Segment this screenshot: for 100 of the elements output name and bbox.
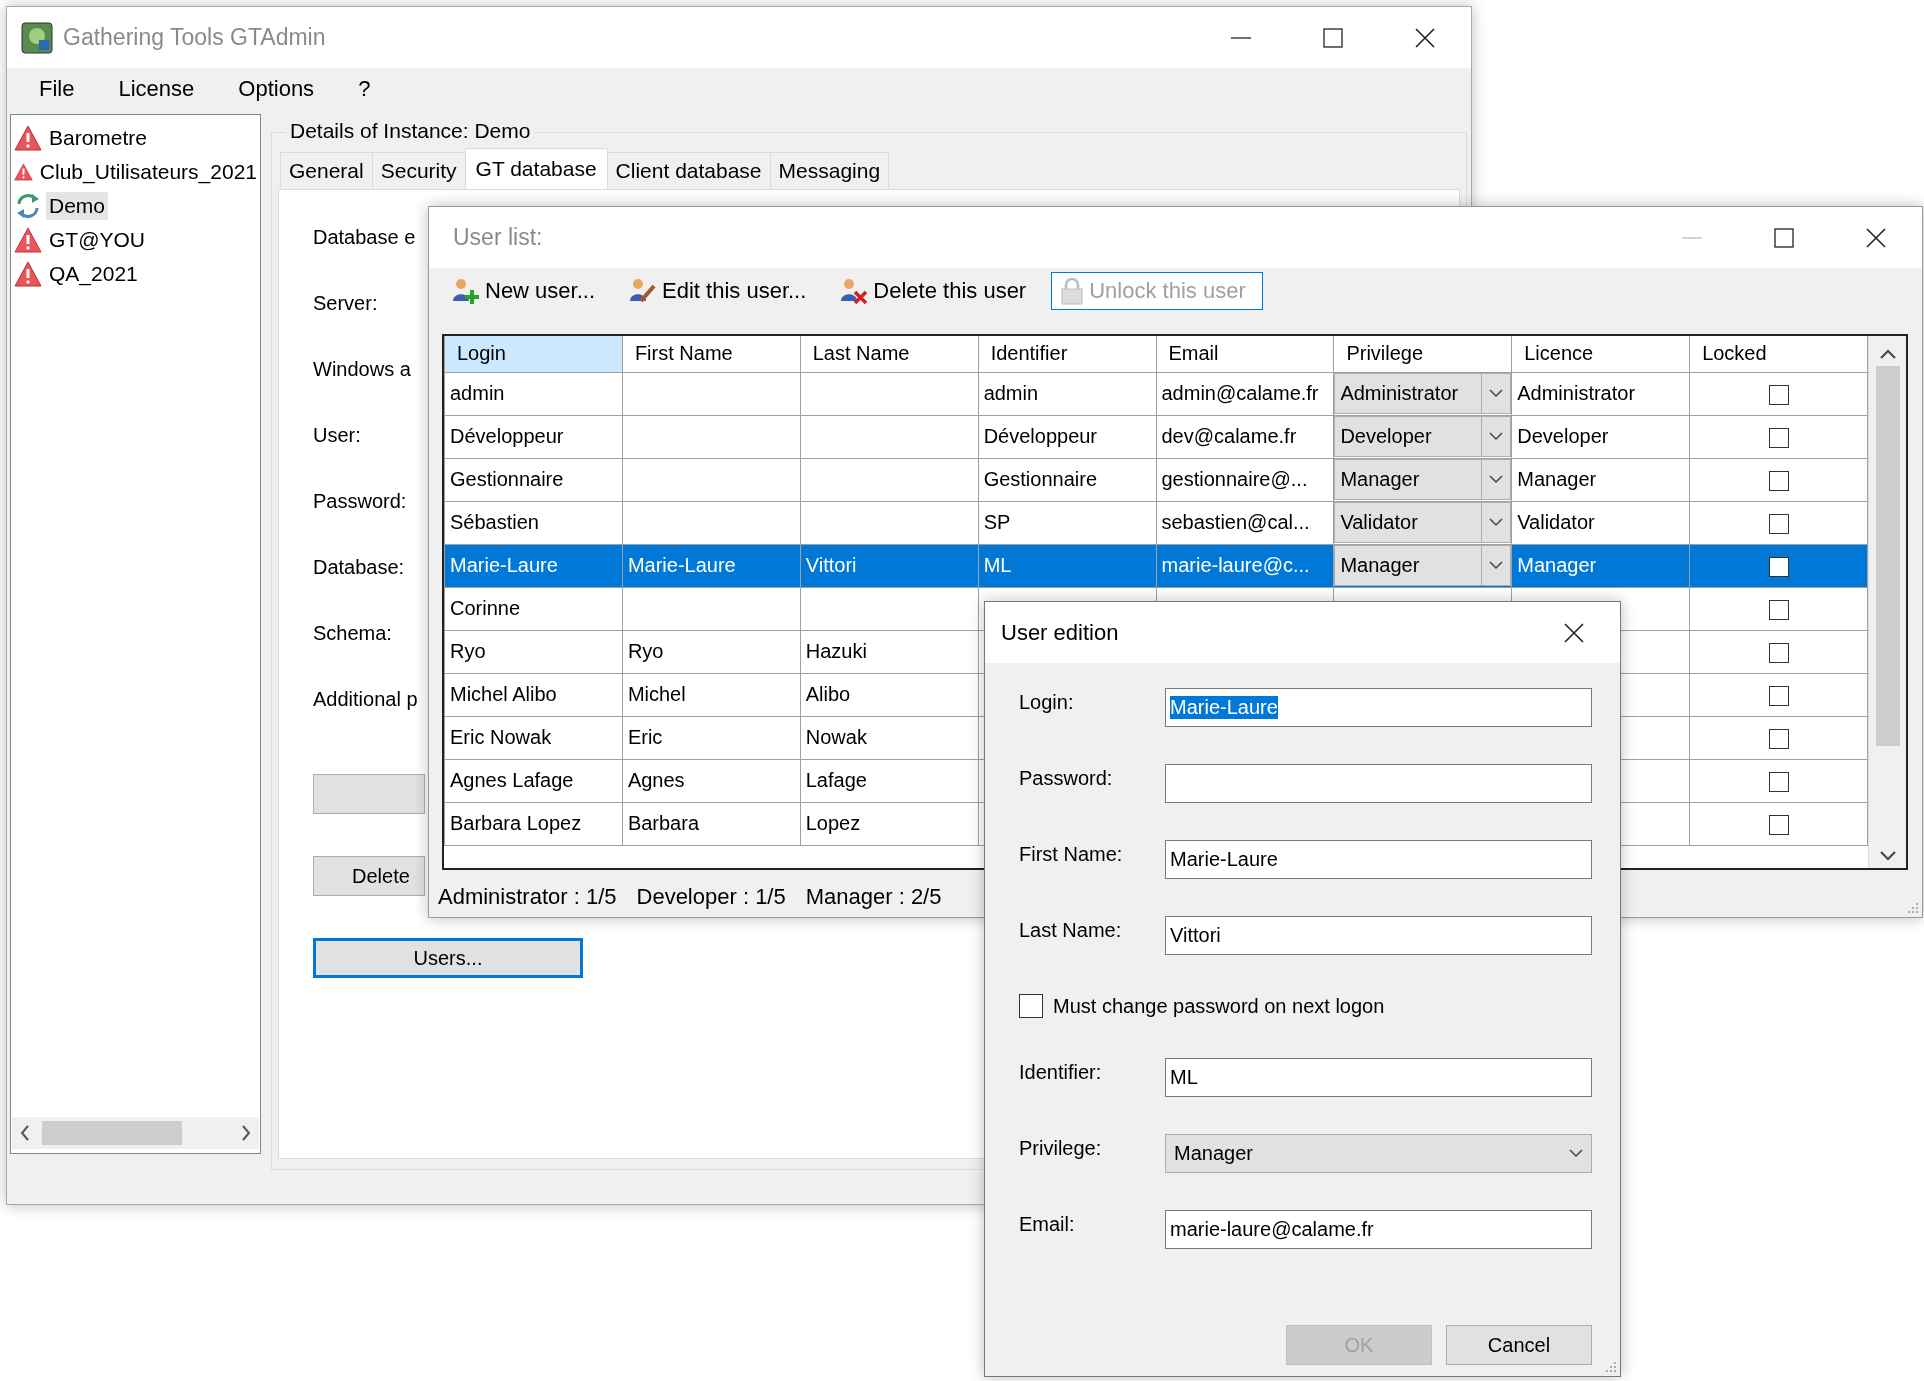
- checkbox[interactable]: [1019, 994, 1043, 1018]
- toolbar-button[interactable]: Delete this user: [831, 272, 1034, 310]
- field-label: Password:: [313, 490, 407, 512]
- status-text: Developer : 1/5: [636, 884, 786, 910]
- table-cell: admin@calame.fr: [1156, 372, 1334, 415]
- field-label: Additional p: [313, 688, 418, 710]
- table-cell: Sébastien: [444, 501, 623, 544]
- table-cell: Michel Alibo: [444, 673, 623, 716]
- lock-icon: [1060, 277, 1085, 305]
- warning-icon: [14, 261, 42, 287]
- table-row[interactable]: Marie-Laure Marie-Laure Vittori ML marie-laure@c... Manager Manager: [444, 544, 1868, 587]
- table-row[interactable]: admin admin admin@calame.fr Administrator Administrator: [444, 372, 1868, 415]
- privilege-dropdown[interactable]: Developer: [1334, 416, 1511, 457]
- table-cell: ML: [978, 544, 1156, 587]
- column-header[interactable]: Locked: [1689, 336, 1868, 372]
- table-cell: Marie-Laure: [444, 544, 623, 587]
- checkbox[interactable]: [1768, 513, 1789, 534]
- column-header[interactable]: Login: [444, 336, 623, 372]
- tree-item[interactable]: QA_2021: [46, 260, 141, 288]
- field-label: Privilege:: [1019, 1136, 1103, 1160]
- table-cell: Eric Nowak: [444, 716, 623, 759]
- tree-item[interactable]: GT@YOU: [46, 226, 148, 254]
- checkbox[interactable]: [1768, 642, 1789, 663]
- horizontal-scrollbar[interactable]: [12, 1117, 259, 1149]
- privilege-dropdown[interactable]: Manager: [1334, 545, 1511, 586]
- menu-item[interactable]: File: [35, 74, 79, 104]
- checkbox[interactable]: [1768, 685, 1789, 706]
- vertical-scrollbar[interactable]: [1868, 336, 1906, 868]
- field-label: Email:: [1019, 1212, 1076, 1236]
- tree-item[interactable]: Barometre: [46, 124, 151, 152]
- column-header[interactable]: Identifier: [978, 336, 1156, 372]
- column-header[interactable]: Privilege: [1333, 336, 1512, 372]
- table-cell: Vittori: [800, 544, 979, 587]
- column-header[interactable]: Licence: [1511, 336, 1690, 372]
- caret-icon: [1489, 561, 1504, 570]
- user-edit-icon: [627, 277, 658, 305]
- field-label: Windows a: [313, 358, 411, 380]
- table-row[interactable]: Sébastien SP sebastien@cal... Validator Validator: [444, 501, 1868, 544]
- tab[interactable]: GT database: [464, 148, 608, 189]
- menu-item[interactable]: License: [114, 74, 199, 104]
- column-header[interactable]: Last Name: [800, 336, 979, 372]
- toolbar-button[interactable]: Edit this user...: [620, 272, 814, 310]
- input-field[interactable]: Marie-Laure: [1165, 839, 1592, 879]
- table-cell: SP: [978, 501, 1156, 544]
- window-title: User list:: [453, 224, 544, 251]
- column-header[interactable]: First Name: [622, 336, 801, 372]
- privilege-dropdown[interactable]: Manager: [1165, 1133, 1592, 1173]
- button[interactable]: Delete: [313, 856, 425, 896]
- maximize-icon[interactable]: [1323, 27, 1343, 48]
- menu-item[interactable]: Options: [234, 74, 319, 104]
- privilege-dropdown[interactable]: Administrator: [1334, 373, 1511, 414]
- caret-icon: [1489, 389, 1504, 398]
- field-label: User:: [313, 424, 361, 446]
- close-icon[interactable]: [1414, 26, 1436, 49]
- table-cell: Manager: [1511, 544, 1690, 587]
- table-row[interactable]: Gestionnaire Gestionnaire gestionnaire@... Manager Manager: [444, 458, 1868, 501]
- column-header[interactable]: Email: [1156, 336, 1334, 372]
- input-field[interactable]: Vittori: [1165, 915, 1592, 955]
- checkbox[interactable]: [1768, 728, 1789, 749]
- tab[interactable]: Messaging: [769, 152, 890, 189]
- resize-grip-icon[interactable]: [1905, 900, 1919, 914]
- close-icon[interactable]: [1563, 621, 1585, 644]
- table-cell: Lafage: [800, 759, 979, 802]
- checkbox[interactable]: [1768, 470, 1789, 491]
- table-cell: Michel: [622, 673, 801, 716]
- field-label: Last Name:: [1019, 918, 1123, 942]
- toolbar-button[interactable]: New user...: [443, 272, 603, 310]
- minimize-icon[interactable]: [1231, 35, 1251, 40]
- checkbox[interactable]: [1768, 427, 1789, 448]
- close-icon[interactable]: [1865, 226, 1887, 249]
- table-cell: Lopez: [800, 802, 979, 845]
- table-cell: Développeur: [444, 415, 623, 458]
- table-cell: Hazuki: [800, 630, 979, 673]
- privilege-dropdown[interactable]: Validator: [1334, 502, 1511, 543]
- table-cell: Eric: [622, 716, 801, 759]
- user-delete-icon: [838, 277, 869, 305]
- table-cell: Développeur: [978, 415, 1156, 458]
- checkbox[interactable]: [1768, 384, 1789, 405]
- privilege-dropdown[interactable]: Manager: [1334, 459, 1511, 500]
- field-label: Schema:: [313, 622, 392, 644]
- checkbox[interactable]: [1768, 556, 1789, 577]
- maximize-icon[interactable]: [1774, 227, 1794, 248]
- checkbox[interactable]: [1768, 771, 1789, 792]
- menu-item[interactable]: ?: [354, 74, 375, 104]
- checkbox[interactable]: [1768, 599, 1789, 620]
- table-cell: Marie-Laure: [622, 544, 801, 587]
- input-field[interactable]: Marie-Laure: [1165, 687, 1592, 727]
- field-label: Database:: [313, 556, 405, 578]
- input-field[interactable]: ML: [1165, 1057, 1592, 1097]
- button[interactable]: Cancel: [1446, 1325, 1592, 1365]
- input-field[interactable]: [1165, 763, 1592, 803]
- caret-icon: [1489, 475, 1504, 484]
- input-field[interactable]: marie-laure@calame.fr: [1165, 1209, 1592, 1249]
- resize-grip-icon[interactable]: [1603, 1359, 1617, 1373]
- checkbox[interactable]: [1768, 814, 1789, 835]
- tree-item[interactable]: Demo: [46, 192, 109, 220]
- tab[interactable]: General: [280, 152, 373, 189]
- tree-item[interactable]: Club_Utilisateurs_2021: [36, 158, 260, 186]
- table-row[interactable]: Développeur Développeur dev@calame.fr Developer Developer: [444, 415, 1868, 458]
- button[interactable]: Users...: [313, 938, 583, 978]
